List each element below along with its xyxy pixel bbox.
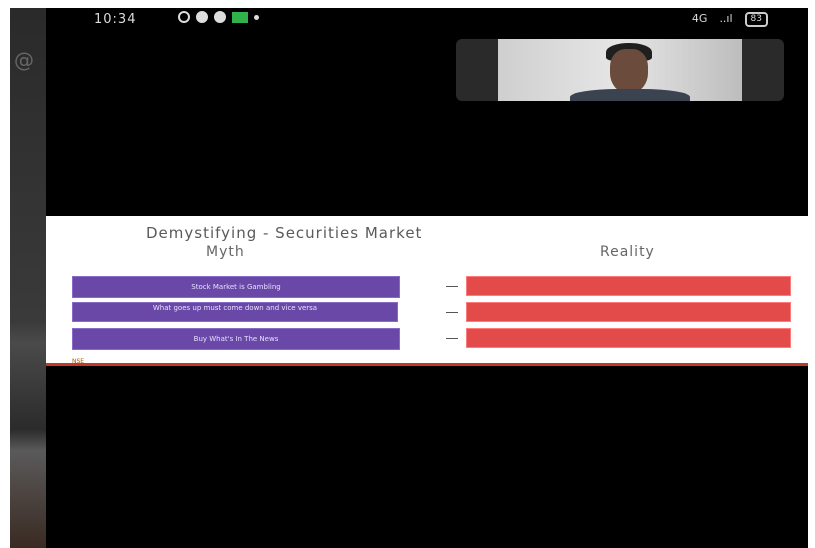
phone-screen: 10:34 4G ..ıl 83 Demystifying - Securiti… [46, 8, 808, 548]
system-icons: 4G ..ıl 83 [692, 12, 768, 27]
arrow-connector [446, 286, 458, 287]
slide-title: Demystifying - Securities Market [146, 224, 423, 242]
myth-box: What goes up must come down and vice ver… [72, 302, 398, 322]
myth-row: Stock Market is Gambling [46, 276, 808, 298]
network-type-icon: 4G [691, 12, 708, 25]
myth-heading: Myth [206, 244, 245, 260]
participant-video-feed [498, 39, 742, 101]
participant-face [610, 49, 648, 93]
background-app-glyph: @ [14, 48, 34, 72]
myth-box: Stock Market is Gambling [72, 276, 400, 298]
reality-box [466, 328, 791, 348]
participant-body [570, 89, 690, 101]
meet-icon [232, 11, 248, 23]
status-bar: 10:34 4G ..ıl 83 [46, 8, 808, 32]
myth-row: Buy What's In The News [46, 328, 808, 350]
whatsapp-icon [178, 11, 190, 23]
status-time: 10:34 [94, 12, 137, 27]
arrow-connector [446, 338, 458, 339]
background-app-edge: @ [10, 8, 46, 548]
battery-icon: 83 [744, 12, 768, 27]
reality-heading: Reality [600, 244, 655, 260]
more-notifications-icon [254, 14, 259, 20]
reality-box [466, 302, 791, 322]
arrow-connector [446, 312, 458, 313]
slide-footer-bar [46, 363, 808, 366]
record-icon [196, 11, 208, 23]
myth-box: Buy What's In The News [72, 328, 400, 350]
reality-box [466, 276, 791, 296]
participant-video-tile[interactable] [456, 39, 784, 101]
shared-screen-slide[interactable]: Demystifying - Securities Market Myth Re… [46, 216, 808, 366]
app-icon [214, 11, 226, 23]
signal-icon: ..ıl [719, 12, 733, 25]
myth-row: What goes up must come down and vice ver… [46, 302, 808, 324]
notification-icons [178, 11, 259, 23]
